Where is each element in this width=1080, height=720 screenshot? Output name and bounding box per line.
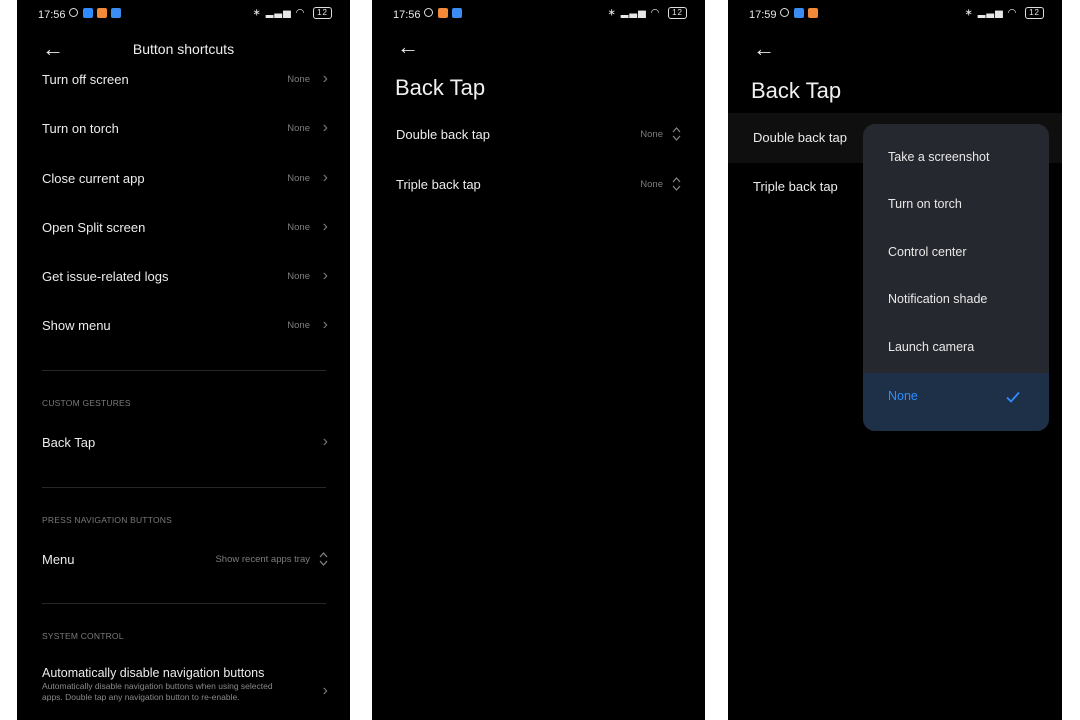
bluetooth-icon: ∗ (607, 7, 617, 19)
row-get-issue-logs[interactable]: Get issue-related logs None › (42, 265, 328, 289)
status-right: ∗ ▂▃▅ ◠ 12 (608, 7, 687, 19)
page-title: Back Tap (395, 75, 486, 100)
status-time: 17:56 (393, 9, 421, 21)
menu-item-take-screenshot[interactable]: Take a screenshot (863, 135, 1049, 182)
row-back-tap[interactable]: Back Tap › (42, 431, 328, 455)
alarm-clock-icon (424, 8, 433, 17)
chevron-right-icon: › (322, 169, 328, 186)
auto-disable-title: Automatically disable navigation buttons (42, 666, 265, 680)
chevron-right-icon: › (322, 218, 328, 235)
divider (42, 487, 326, 488)
menu-item-turn-on-torch[interactable]: Turn on torch (863, 182, 1049, 229)
bluetooth-icon: ∗ (252, 7, 262, 19)
up-down-arrows-icon (672, 127, 681, 141)
row-open-split-screen[interactable]: Open Split screen None › (42, 216, 328, 240)
status-bar: 17:59 ∗ ▂▃▅ ◠ 12 (728, 0, 1062, 30)
chevron-right-icon: › (322, 267, 328, 284)
menu-item-notification-shade[interactable]: Notification shade (863, 277, 1049, 324)
app-notification-icon (83, 8, 93, 18)
battery-icon: 12 (1025, 7, 1044, 19)
bluetooth-icon: ∗ (964, 7, 974, 19)
page-title: Button shortcuts (132, 41, 235, 57)
chevron-right-icon: › (322, 682, 328, 699)
back-tap-screen: 17:56 ∗ ▂▃▅ ◠ 12 ← Back Tap Double back … (372, 0, 705, 720)
button-shortcuts-screen: 17:56 ∗ ▂▃▅ ◠ 12 ← Button shortcuts Turn… (17, 0, 350, 720)
menu-item-control-center[interactable]: Control center (863, 230, 1049, 277)
row-show-menu[interactable]: Show menu None › (42, 314, 328, 338)
app-notification-icon (452, 8, 462, 18)
chevron-right-icon: › (322, 433, 328, 450)
dropdown-menu: Take a screenshot Turn on torch Control … (863, 124, 1049, 431)
row-triple-back-tap[interactable]: Triple back tap None (396, 173, 681, 197)
app-notification-icon (794, 8, 804, 18)
auto-disable-description: Automatically disable navigation buttons… (42, 681, 273, 702)
row-double-back-tap[interactable]: Double back tap None (396, 123, 681, 147)
divider (42, 370, 326, 371)
menu-item-launch-camera[interactable]: Launch camera (863, 325, 1049, 372)
section-header-system-control: SYSTEM CONTROL (42, 631, 124, 641)
alarm-clock-icon (69, 8, 78, 17)
status-bar: 17:56 ∗ ▂▃▅ ◠ 12 (372, 0, 705, 30)
wifi-icon: ◠ (1007, 7, 1018, 19)
alarm-clock-icon (780, 8, 789, 17)
divider (42, 603, 326, 604)
status-right: ∗ ▂▃▅ ◠ 12 (253, 7, 332, 19)
back-tap-dropdown-screen: 17:59 ∗ ▂▃▅ ◠ 12 ← Back Tap Double back … (728, 0, 1062, 720)
chevron-right-icon: › (322, 119, 328, 136)
chevron-right-icon: › (322, 70, 328, 87)
signal-icon: ▂▃▅ (620, 7, 647, 19)
signal-icon: ▂▃▅ (265, 7, 292, 19)
app-notification-icon (808, 8, 818, 18)
page-title: Back Tap (751, 78, 842, 103)
up-down-arrows-icon (319, 552, 328, 566)
section-header-custom-gestures: CUSTOM GESTURES (42, 398, 131, 408)
app-notification-icon (97, 8, 107, 18)
status-time: 17:56 (38, 9, 66, 21)
back-arrow-icon[interactable]: ← (753, 38, 775, 60)
wifi-icon: ◠ (295, 7, 306, 19)
battery-icon: 12 (313, 7, 332, 19)
row-auto-disable-nav[interactable]: Automatically disable navigation buttons… (42, 666, 292, 703)
row-close-current-app[interactable]: Close current app None › (42, 167, 328, 191)
chevron-right-icon: › (322, 316, 328, 333)
up-down-arrows-icon (672, 177, 681, 191)
checkmark-icon (1006, 391, 1020, 403)
status-time: 17:59 (749, 9, 777, 21)
back-arrow-icon[interactable]: ← (397, 36, 419, 58)
wifi-icon: ◠ (650, 7, 661, 19)
status-bar: 17:56 ∗ ▂▃▅ ◠ 12 (17, 0, 350, 30)
app-notification-icon (438, 8, 448, 18)
menu-item-none[interactable]: None (863, 373, 1049, 431)
row-menu[interactable]: Menu Show recent apps tray (42, 548, 328, 572)
status-right: ∗ ▂▃▅ ◠ 12 (965, 7, 1044, 19)
battery-icon: 12 (668, 7, 687, 19)
row-turn-on-torch[interactable]: Turn on torch None › (42, 117, 328, 141)
app-notification-icon (111, 8, 121, 18)
section-header-press-navigation: PRESS NAVIGATION BUTTONS (42, 515, 172, 525)
row-turn-off-screen[interactable]: Turn off screen None › (42, 68, 328, 92)
signal-icon: ▂▃▅ (977, 7, 1004, 19)
